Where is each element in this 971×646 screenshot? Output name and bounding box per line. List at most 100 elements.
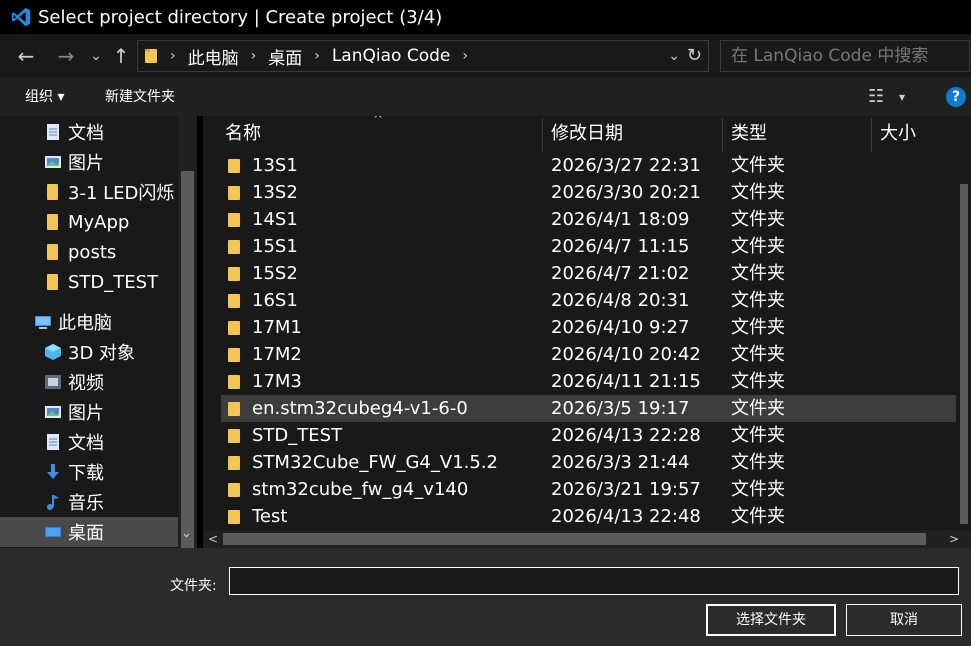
folder-icon xyxy=(228,186,240,200)
table-row[interactable]: 17M3 2026/4/11 21:15 文件夹 xyxy=(221,368,966,395)
sidebar-item-documents-quick[interactable]: 文档 📌 xyxy=(0,117,197,147)
cube-icon xyxy=(45,344,61,360)
file-type: 文件夹 xyxy=(731,506,785,527)
file-name: Test xyxy=(252,506,288,527)
sidebar-scrollbar[interactable]: ⌄ xyxy=(178,116,197,576)
picture-icon xyxy=(45,156,61,168)
sidebar-item-music[interactable]: 音乐 xyxy=(0,487,197,517)
up-button[interactable]: ↑ xyxy=(110,34,132,78)
sidebar-item-this-pc[interactable]: 此电脑 xyxy=(0,307,197,337)
file-date: 2026/3/30 20:21 xyxy=(551,182,701,203)
table-row[interactable]: 15S2 2026/4/7 21:02 文件夹 xyxy=(221,260,966,287)
sidebar-item-label: 下载 xyxy=(68,463,104,484)
file-type: 文件夹 xyxy=(731,155,785,176)
horizontal-scrollbar-thumb[interactable] xyxy=(223,533,926,545)
computer-icon xyxy=(35,316,51,329)
select-folder-button[interactable]: 选择文件夹 xyxy=(706,604,836,636)
file-date: 2026/4/7 21:02 xyxy=(551,263,690,284)
dialog-footer: 文件夹: 选择文件夹 取消 xyxy=(0,548,971,646)
sidebar-item-label: MyApp xyxy=(68,211,130,233)
folder-icon xyxy=(47,244,58,260)
search-input[interactable] xyxy=(729,45,943,67)
horizontal-scrollbar[interactable]: < > xyxy=(203,530,971,548)
table-row[interactable]: 17M1 2026/4/10 9:27 文件夹 xyxy=(221,314,966,341)
file-type: 文件夹 xyxy=(731,263,785,284)
sidebar-item-myapp[interactable]: MyApp xyxy=(0,207,197,237)
table-row[interactable]: Test 2026/4/13 22:48 文件夹 xyxy=(221,503,966,530)
table-row[interactable]: 16S1 2026/4/8 20:31 文件夹 xyxy=(221,287,966,314)
refresh-button[interactable]: ↻ xyxy=(687,41,702,71)
table-row[interactable]: STM32Cube_FW_G4_V1.5.2 2026/3/3 21:44 文件夹 xyxy=(221,449,966,476)
file-name: 15S1 xyxy=(252,236,298,257)
cancel-button[interactable]: 取消 xyxy=(846,604,962,636)
back-button[interactable]: ← xyxy=(14,34,38,78)
breadcrumb-separator[interactable]: › xyxy=(251,48,257,64)
sidebar-scrollbar-thumb[interactable] xyxy=(181,171,194,576)
address-dropdown-icon[interactable]: ⌄ xyxy=(668,41,680,71)
sidebar-item-documents[interactable]: 文档 xyxy=(0,427,197,457)
file-type: 文件夹 xyxy=(731,479,785,500)
sidebar-item-posts[interactable]: posts xyxy=(0,237,197,267)
sidebar-item-pictures[interactable]: 图片 xyxy=(0,397,197,427)
table-row[interactable]: 17M2 2026/4/10 20:42 文件夹 xyxy=(221,341,966,368)
breadcrumb-desktop[interactable]: 桌面 xyxy=(268,44,302,69)
sort-ascending-icon: ^ xyxy=(373,116,384,126)
scroll-right-icon[interactable]: > xyxy=(949,530,959,548)
view-dropdown-icon[interactable]: ▾ xyxy=(899,78,905,116)
file-list: ^ 名称 修改日期 类型 大小 13S1 2026/3/27 22:31 文件夹 13… xyxy=(203,116,971,548)
folder-icon xyxy=(228,159,240,173)
sidebar-item-downloads[interactable]: 下载 xyxy=(0,457,197,487)
scroll-down-icon[interactable]: ⌄ xyxy=(181,526,192,541)
view-options-icon[interactable]: ☷ xyxy=(868,78,884,116)
column-divider[interactable] xyxy=(722,118,723,152)
breadcrumb-separator[interactable]: › xyxy=(170,48,176,64)
breadcrumb-separator[interactable]: › xyxy=(462,48,468,64)
column-header-name[interactable]: 名称 xyxy=(225,116,261,152)
table-row[interactable]: 13S1 2026/3/27 22:31 文件夹 xyxy=(221,152,966,179)
table-row[interactable]: stm32cube_fw_g4_v140 2026/3/21 19:57 文件夹 xyxy=(221,476,966,503)
new-folder-button[interactable]: 新建文件夹 xyxy=(105,78,175,116)
breadcrumb-lanqiao-code[interactable]: LanQiao Code xyxy=(332,46,451,66)
table-row[interactable]: en.stm32cubeg4-v1-6-0 2026/3/5 19:17 文件夹 xyxy=(221,395,966,422)
recent-locations-button[interactable]: ⌄ xyxy=(88,34,104,78)
column-divider[interactable] xyxy=(542,118,543,152)
file-date: 2026/4/7 11:15 xyxy=(551,236,690,257)
table-row[interactable]: 15S1 2026/4/7 11:15 文件夹 xyxy=(221,233,966,260)
file-date: 2026/4/13 22:28 xyxy=(551,425,701,446)
folder-field[interactable] xyxy=(229,567,959,595)
file-name: 16S1 xyxy=(252,290,298,311)
folder-icon xyxy=(228,267,240,281)
file-name: STM32Cube_FW_G4_V1.5.2 xyxy=(252,452,498,473)
forward-button[interactable]: → xyxy=(54,34,78,78)
file-name: STD_TEST xyxy=(252,425,343,446)
sidebar-item-desktop[interactable]: 桌面 xyxy=(0,517,197,547)
sidebar-item-3d-objects[interactable]: 3D 对象 xyxy=(0,337,197,367)
table-row[interactable]: STD_TEST 2026/4/13 22:28 文件夹 xyxy=(221,422,966,449)
column-divider[interactable] xyxy=(871,118,872,152)
breadcrumb-separator[interactable]: › xyxy=(314,48,320,64)
file-date: 2026/3/21 19:57 xyxy=(551,479,701,500)
sidebar-item-led-blink[interactable]: 3-1 LED闪烁 xyxy=(0,177,197,207)
breadcrumb-this-pc[interactable]: 此电脑 xyxy=(188,44,239,69)
sidebar-item-pictures-quick[interactable]: 图片 📌 xyxy=(0,147,197,177)
navigation-bar: ← → ⌄ ↑ › 此电脑 › 桌面 › LanQiao Code › ⌄ ↻ xyxy=(0,34,971,78)
column-header-size[interactable]: 大小 xyxy=(880,116,916,152)
sidebar-item-label: 图片 xyxy=(68,153,104,174)
table-row[interactable]: 14S1 2026/4/1 18:09 文件夹 xyxy=(221,206,966,233)
help-icon[interactable]: ? xyxy=(946,87,966,107)
address-bar[interactable]: › 此电脑 › 桌面 › LanQiao Code › ⌄ ↻ xyxy=(137,40,709,72)
search-box[interactable] xyxy=(720,40,970,72)
organize-menu-button[interactable]: 组织 ▾ xyxy=(25,78,64,116)
file-type: 文件夹 xyxy=(731,317,785,338)
column-header-type[interactable]: 类型 xyxy=(731,116,767,152)
file-date: 2026/3/5 19:17 xyxy=(551,398,690,419)
column-header-date[interactable]: 修改日期 xyxy=(551,116,623,152)
sidebar-item-videos[interactable]: 视频 xyxy=(0,367,197,397)
sidebar-item-std-test[interactable]: STD_TEST xyxy=(0,267,197,297)
file-date: 2026/4/8 20:31 xyxy=(551,290,690,311)
file-list-scrollbar-thumb[interactable] xyxy=(960,184,968,524)
table-row[interactable]: 13S2 2026/3/30 20:21 文件夹 xyxy=(221,179,966,206)
file-list-scrollbar[interactable] xyxy=(956,116,971,531)
scroll-left-icon[interactable]: < xyxy=(208,530,218,548)
sidebar-item-label: 3-1 LED闪烁 xyxy=(68,183,175,204)
